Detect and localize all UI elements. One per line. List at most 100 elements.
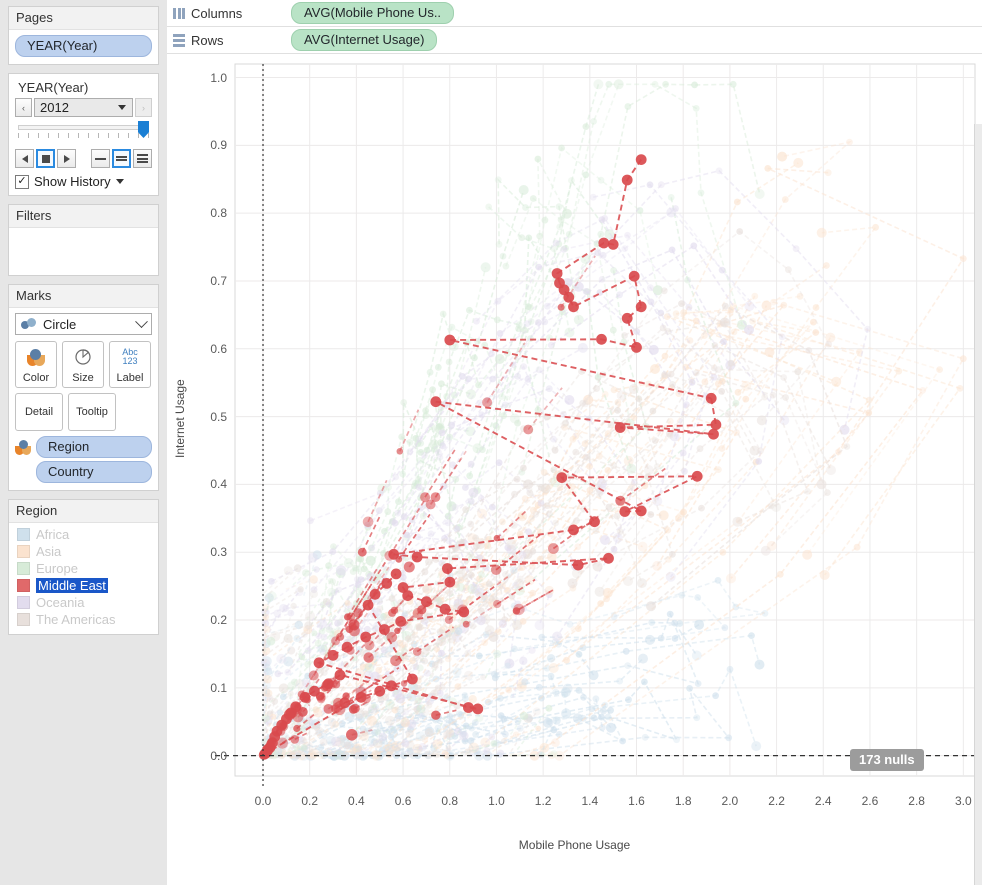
filters-card-body[interactable] (9, 228, 158, 240)
data-point (794, 368, 802, 376)
data-point (451, 503, 459, 511)
show-history-checkbox[interactable]: ✓ (15, 174, 29, 189)
data-point (381, 578, 393, 589)
data-point (705, 392, 717, 404)
show-history-dropdown-icon[interactable] (115, 179, 124, 184)
data-point (327, 578, 334, 584)
data-point (646, 181, 654, 189)
speed-slow-button[interactable] (91, 149, 110, 168)
data-point (647, 298, 655, 306)
data-point (635, 154, 647, 165)
data-point (425, 499, 436, 510)
data-point (344, 600, 351, 606)
legend-item-middle-east[interactable]: Middle East (15, 577, 152, 594)
data-point (390, 568, 402, 580)
data-point (506, 539, 517, 550)
legend-item-asia[interactable]: Asia (15, 543, 152, 560)
data-point (734, 388, 742, 396)
data-point (491, 674, 499, 682)
show-history-row[interactable]: ✓ Show History (15, 174, 152, 189)
data-point (401, 739, 410, 748)
mark-type-dropdown[interactable]: Circle (15, 313, 152, 335)
data-point (362, 516, 374, 528)
data-point (512, 607, 521, 615)
data-point (550, 466, 558, 474)
playback-play-button[interactable] (57, 149, 76, 168)
label-button[interactable]: Abc 123 Label (109, 341, 151, 388)
speed-fast-button[interactable] (133, 149, 152, 168)
data-point (462, 506, 470, 513)
legend-item-africa[interactable]: Africa (15, 526, 152, 543)
data-point (523, 320, 531, 328)
columns-pill[interactable]: AVG(Mobile Phone Us.. (291, 2, 455, 24)
legend-label-europe: Europe (36, 561, 78, 576)
page-slider[interactable] (16, 121, 151, 145)
data-point (444, 615, 453, 624)
data-point (422, 407, 430, 415)
data-point (502, 730, 509, 738)
marks-card-body: Circle Color Size Abc 123 Label Detail T… (9, 308, 158, 490)
data-point (480, 262, 491, 273)
rows-shelf[interactable]: Rows AVG(Internet Usage) (167, 27, 982, 54)
data-point (543, 717, 553, 728)
legend-item-the-americas[interactable]: The Americas (15, 611, 152, 628)
data-point (560, 687, 571, 698)
data-point (648, 344, 659, 355)
encoding-pill-country[interactable]: Country (36, 461, 152, 483)
data-point (374, 685, 386, 697)
playback-stop-button[interactable] (36, 149, 55, 168)
data-point (710, 419, 722, 431)
page-control-title: YEAR(Year) (18, 80, 89, 95)
detail-button[interactable]: Detail (15, 393, 63, 431)
pages-field-pill[interactable]: YEAR(Year) (15, 35, 152, 57)
data-point (594, 586, 605, 597)
data-point (572, 713, 583, 724)
data-point (415, 731, 426, 742)
data-point (785, 266, 792, 274)
legend-swatch-middle-east (17, 579, 30, 592)
size-button[interactable]: Size (62, 341, 104, 388)
right-scroll-edge[interactable] (974, 124, 982, 885)
data-point (388, 548, 400, 560)
page-slider-track[interactable] (18, 125, 149, 130)
data-point (936, 366, 943, 373)
data-point (463, 702, 474, 713)
data-point (518, 551, 527, 559)
scatter-plot-svg[interactable] (167, 54, 982, 867)
data-point (343, 741, 352, 750)
data-point (528, 646, 536, 654)
y-axis-tick-label: 0.6 (210, 341, 227, 356)
color-button-label: Color (22, 372, 50, 384)
page-playback-row (15, 149, 152, 168)
data-point (622, 647, 630, 655)
legend-item-oceania[interactable]: Oceania (15, 594, 152, 611)
data-point (363, 670, 374, 681)
visualization-area[interactable]: Internet Usage Mobile Phone Usage 173 nu… (167, 54, 982, 885)
data-point (545, 704, 553, 712)
page-value-combo[interactable]: 2012 (34, 98, 133, 117)
color-button[interactable]: Color (15, 341, 57, 388)
playback-back-button[interactable] (15, 149, 34, 168)
page-next-button[interactable]: › (135, 98, 152, 117)
data-point (708, 428, 719, 440)
tooltip-button[interactable]: Tooltip (68, 393, 116, 431)
legend-label-oceania: Oceania (36, 595, 85, 610)
data-point (327, 587, 336, 597)
columns-shelf[interactable]: Columns AVG(Mobile Phone Us.. (167, 0, 982, 27)
data-point (290, 735, 300, 744)
data-point (389, 518, 397, 525)
legend-item-europe[interactable]: Europe (15, 560, 152, 577)
tableau-window: Pages YEAR(Year) YEAR(Year) ‹ 2012 › ✓ S… (0, 0, 982, 885)
data-point (597, 176, 605, 184)
nulls-badge[interactable]: 173 nulls (850, 749, 924, 771)
page-prev-button[interactable]: ‹ (15, 98, 32, 117)
speed-medium-button[interactable] (112, 149, 131, 168)
data-point (386, 680, 397, 692)
data-point (547, 341, 555, 349)
data-point (725, 734, 733, 742)
data-point (475, 652, 483, 660)
data-point (596, 490, 603, 498)
rows-pill[interactable]: AVG(Internet Usage) (291, 29, 438, 51)
data-point (438, 380, 445, 388)
encoding-pill-region[interactable]: Region (36, 436, 152, 458)
